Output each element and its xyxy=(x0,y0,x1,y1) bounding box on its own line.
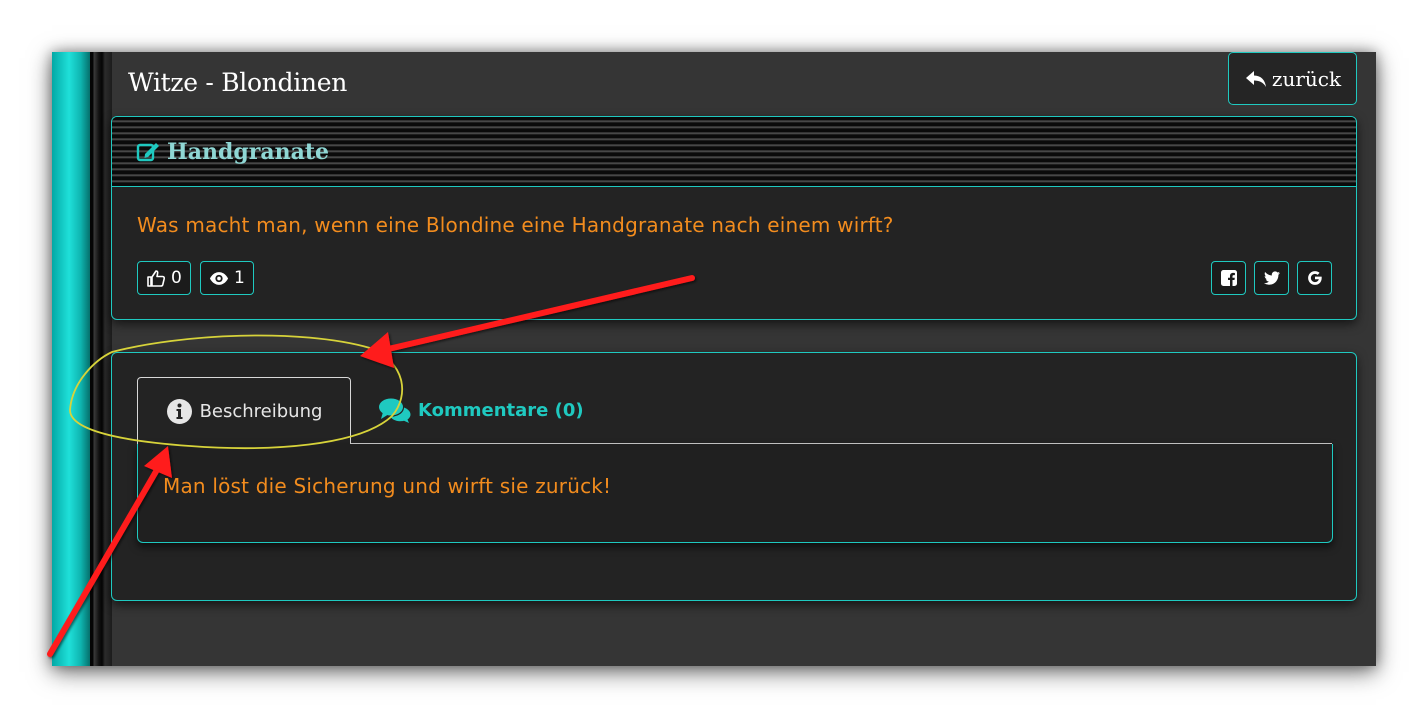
tab-beschreibung[interactable]: Beschreibung xyxy=(137,377,351,444)
back-button-label: zurück xyxy=(1271,66,1342,91)
thumbs-up-icon xyxy=(147,269,166,287)
app-window: Witze - Blondinen zurück Handgranate Was… xyxy=(52,52,1376,666)
joke-card: Handgranate Was macht man, wenn eine Blo… xyxy=(111,116,1357,320)
comments-icon xyxy=(379,398,411,423)
tab-panel-beschreibung: Man löst die Sicherung und wirft sie zur… xyxy=(137,444,1333,543)
page-title: Witze - Blondinen xyxy=(128,68,348,97)
facebook-icon xyxy=(1220,270,1237,286)
back-button[interactable]: zurück xyxy=(1228,52,1357,105)
share-google-button[interactable] xyxy=(1297,261,1332,295)
view-count: 1 xyxy=(234,268,245,288)
google-icon xyxy=(1307,271,1322,285)
share-facebook-button[interactable] xyxy=(1211,261,1246,295)
twitter-icon xyxy=(1263,271,1280,285)
like-button[interactable]: 0 xyxy=(137,261,191,295)
tab-kommentare[interactable]: Kommentare (0) xyxy=(378,397,584,424)
joke-card-header: Handgranate xyxy=(112,117,1356,187)
info-circle-icon xyxy=(166,398,192,424)
tabs-card: Beschreibung Kommentare (0) Man löst die… xyxy=(111,352,1357,601)
sidebar-accent-strip xyxy=(52,52,90,666)
like-count: 0 xyxy=(171,268,182,288)
share-twitter-button[interactable] xyxy=(1254,261,1289,295)
sidebar-shadow-strip xyxy=(90,52,112,666)
joke-title: Handgranate xyxy=(167,138,330,165)
tab-kommentare-label: Kommentare (0) xyxy=(418,400,584,421)
joke-question: Was macht man, wenn eine Blondine eine H… xyxy=(137,213,894,237)
eye-icon xyxy=(209,271,229,285)
edit-icon xyxy=(136,142,159,161)
views-counter: 1 xyxy=(200,261,254,295)
tab-beschreibung-label: Beschreibung xyxy=(199,400,323,422)
reply-arrow-icon xyxy=(1245,70,1266,87)
joke-answer: Man löst die Sicherung und wirft sie zur… xyxy=(163,474,612,498)
